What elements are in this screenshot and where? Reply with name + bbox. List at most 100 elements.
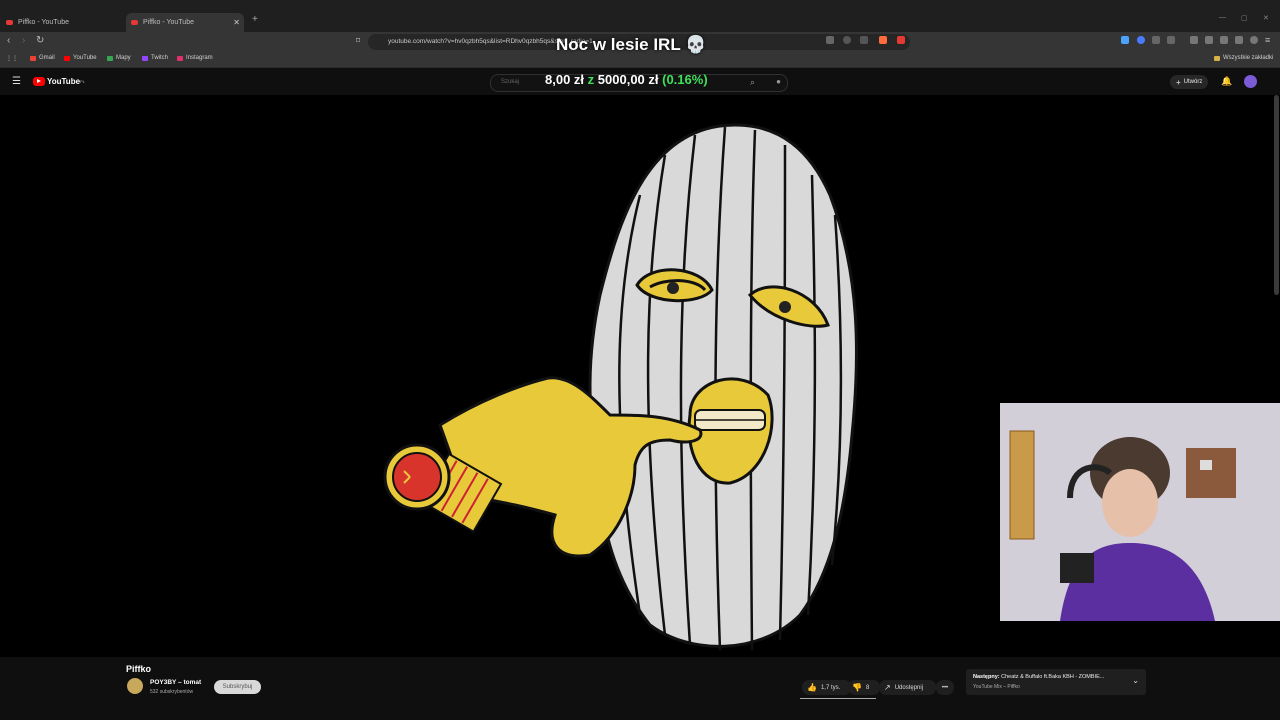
share-page-icon[interactable] (860, 36, 868, 44)
microphone (1060, 553, 1094, 583)
search-placeholder: Szukaj (501, 79, 520, 85)
tabs-icon[interactable] (1220, 36, 1228, 44)
sidebar-icon[interactable] (1205, 36, 1213, 44)
user-avatar[interactable] (1244, 75, 1257, 88)
like-ratio-bar (800, 698, 876, 699)
share-icon: ↗ (884, 683, 891, 692)
browser-tab-active[interactable]: Piffko - YouTube ✕ (126, 13, 244, 32)
profile-icon[interactable] (1250, 36, 1258, 44)
bookmark-instagram[interactable]: Instagram (177, 55, 213, 61)
youtube-icon (64, 55, 70, 61)
search-icon[interactable]: ⌕ (750, 77, 755, 88)
twitch-icon (142, 55, 148, 61)
create-button[interactable]: + Utwórz (1170, 75, 1209, 89)
channel-avatar[interactable] (127, 678, 143, 694)
gmail-icon (30, 55, 36, 61)
subscribe-button[interactable]: Subskrybuj (214, 680, 261, 694)
like-count: 1,7 tys. (820, 684, 841, 691)
folder-icon (1214, 55, 1220, 61)
microphone-icon[interactable]: ● (776, 77, 781, 86)
thumbs-up-icon: 👍 (807, 683, 817, 692)
bookmark-youtube[interactable]: YouTube (64, 55, 97, 61)
youtube-play-icon (33, 77, 45, 86)
apps-grid-icon[interactable]: ⋮⋮ (6, 55, 18, 62)
media-icon[interactable] (1190, 36, 1198, 44)
next-up-card[interactable]: Następny: Cheatz & Buffalo ft.Baka KBH -… (966, 669, 1146, 695)
youtube-logo[interactable]: YouTube PL (33, 77, 85, 86)
next-up-label: Następny: (973, 674, 1000, 680)
extension-icon[interactable] (897, 36, 905, 44)
close-tab-icon[interactable]: ✕ (233, 18, 240, 27)
webcam-overlay (1000, 403, 1280, 621)
like-button[interactable]: 👍 1,7 tys. (802, 680, 851, 695)
new-tab-button[interactable]: + (252, 14, 258, 25)
history-icon[interactable] (1235, 36, 1243, 44)
next-up-subtitle: YouTube Mix – Piffko (973, 684, 1020, 690)
tab-title: Piffko - YouTube (143, 19, 194, 26)
screen-share-icon[interactable] (826, 36, 834, 44)
bookmark-maps[interactable]: Mapy (107, 55, 131, 61)
bookmark-page-icon[interactable]: ⌑ (356, 36, 360, 45)
channel-name[interactable]: POY3BY – tomat (150, 679, 201, 686)
all-bookmarks[interactable]: Wszystkie zakładki (1214, 55, 1273, 61)
page-scrollbar[interactable] (1274, 95, 1279, 295)
webcam-feed (1000, 403, 1280, 621)
more-actions-button[interactable]: ••• (936, 680, 954, 695)
donation-target: 5000,00 zł (597, 72, 659, 87)
close-window-icon[interactable]: ✕ (1263, 14, 1269, 22)
hamburger-menu-icon[interactable]: ☰ (12, 76, 21, 87)
donation-current: 8,00 zł (545, 72, 585, 87)
plus-icon: + (1176, 77, 1181, 87)
tab-title: Piffko - YouTube (18, 19, 69, 26)
donation-percent: (0.16%) (662, 72, 708, 87)
youtube-favicon-icon (131, 20, 138, 25)
wall-drawing (1009, 430, 1035, 540)
browser-tab-bar: Piffko - YouTube Piffko - YouTube ✕ + — … (0, 0, 1280, 32)
instagram-icon (177, 55, 183, 61)
bookmark-label: YouTube (73, 55, 97, 61)
notifications-bell-icon[interactable]: 🔔 (1221, 76, 1232, 87)
logo-region: PL (80, 79, 85, 84)
extension-icon[interactable] (1152, 36, 1160, 44)
donation-separator: z (587, 72, 595, 87)
all-bookmarks-label: Wszystkie zakładki (1223, 55, 1274, 61)
chevron-down-icon[interactable]: ⌄ (1132, 676, 1139, 685)
next-up-title: Cheatz & Buffalo ft.Baka KBH - ZOMBIE... (1001, 674, 1105, 680)
video-title: Piffko (126, 664, 152, 674)
next-up-text: Następny: Cheatz & Buffalo ft.Baka KBH -… (973, 674, 1104, 680)
watch-face (392, 452, 442, 502)
extension-icon[interactable] (1137, 36, 1145, 44)
bookmark-label: Instagram (186, 55, 213, 61)
browser-tab[interactable]: Piffko - YouTube (6, 13, 122, 32)
bookmark-label: Twitch (151, 55, 169, 61)
stream-overlay-title: Noc w lesie IRL 💀 (556, 35, 707, 54)
maps-icon (107, 55, 113, 61)
reload-icon[interactable]: ↻ (36, 35, 44, 46)
share-label: Udostępnij (894, 684, 924, 691)
donation-goal: 8,00 zł z 5000,00 zł (0.16%) (545, 72, 708, 87)
back-icon[interactable]: ‹ (7, 35, 10, 46)
poster (1186, 448, 1236, 498)
share-button[interactable]: ↗ Udostępnij (879, 680, 936, 695)
channel-subscribers: 532 subskrybentów (150, 689, 194, 695)
dislike-count: 8 (865, 684, 870, 691)
bookmark-label: Gmail (39, 55, 55, 61)
bookmark-gmail[interactable]: Gmail (30, 55, 55, 61)
zoom-icon[interactable] (843, 36, 851, 44)
minimize-icon[interactable]: — (1219, 14, 1226, 21)
create-label: Utwórz (1183, 79, 1203, 85)
logo-text: YouTube (47, 77, 81, 86)
thumbs-down-icon: 👎 (852, 683, 862, 692)
extension-icon[interactable] (1167, 36, 1175, 44)
person-face (1102, 469, 1158, 537)
extension-icon[interactable] (1121, 36, 1129, 44)
youtube-favicon-icon (6, 20, 13, 25)
video-info: Piffko POY3BY – tomat 532 subskrybentów … (0, 657, 1280, 720)
forward-icon[interactable]: › (22, 35, 25, 46)
brave-extension-icon[interactable] (879, 36, 887, 44)
bookmark-twitch[interactable]: Twitch (142, 55, 168, 61)
maximize-icon[interactable]: ▢ (1241, 14, 1248, 22)
dislike-button[interactable]: 👎 8 (848, 680, 880, 695)
menu-icon[interactable]: ≡ (1265, 35, 1270, 45)
bookmark-label: Mapy (116, 55, 131, 61)
